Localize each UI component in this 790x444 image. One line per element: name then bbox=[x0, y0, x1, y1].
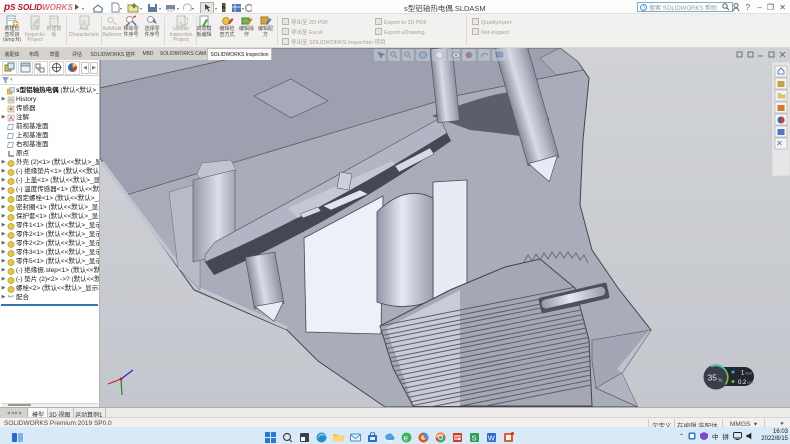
svg-text:▾: ▾ bbox=[82, 6, 84, 11]
svg-text:▾: ▾ bbox=[120, 6, 122, 11]
svg-text:e: e bbox=[404, 434, 409, 443]
svg-text:KB/s: KB/s bbox=[745, 372, 753, 376]
svg-text:▾: ▾ bbox=[140, 6, 142, 11]
svg-text:▾: ▾ bbox=[192, 6, 194, 11]
svg-text:▾: ▾ bbox=[215, 6, 217, 11]
svg-text:A: A bbox=[9, 116, 13, 122]
svg-text:%: % bbox=[718, 378, 723, 384]
svg-text:S: S bbox=[472, 434, 477, 443]
svg-text:▾: ▾ bbox=[159, 6, 161, 11]
svg-text:35: 35 bbox=[708, 373, 718, 383]
svg-text:a: a bbox=[82, 19, 86, 26]
svg-text:0.2: 0.2 bbox=[738, 380, 747, 386]
svg-text:?: ? bbox=[642, 5, 645, 11]
svg-text:▾: ▾ bbox=[177, 6, 179, 11]
svg-text:▾: ▾ bbox=[242, 6, 244, 11]
svg-text:KB/s: KB/s bbox=[747, 381, 755, 385]
svg-text:W: W bbox=[488, 434, 496, 443]
